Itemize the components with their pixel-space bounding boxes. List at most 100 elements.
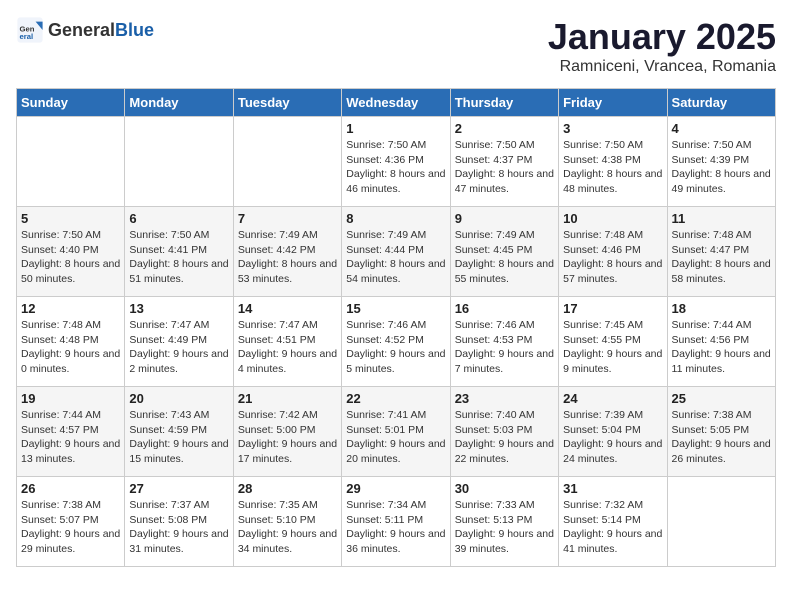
calendar-cell: 19 Sunrise: 7:44 AM Sunset: 4:57 PM Dayli… — [17, 387, 125, 477]
day-info: Sunrise: 7:49 AM Sunset: 4:45 PM Dayligh… — [455, 228, 554, 287]
calendar-cell — [233, 117, 341, 207]
day-number: 13 — [129, 301, 228, 316]
calendar-week-row: 5 Sunrise: 7:50 AM Sunset: 4:40 PM Daylig… — [17, 207, 776, 297]
day-info: Sunrise: 7:41 AM Sunset: 5:01 PM Dayligh… — [346, 408, 445, 467]
day-number: 27 — [129, 481, 228, 496]
day-number: 6 — [129, 211, 228, 226]
logo-text-blue: Blue — [115, 20, 154, 40]
title-area: January 2025 Ramniceni, Vrancea, Romania — [548, 16, 776, 76]
calendar-cell: 11 Sunrise: 7:48 AM Sunset: 4:47 PM Dayli… — [667, 207, 775, 297]
day-number: 31 — [563, 481, 662, 496]
day-number: 22 — [346, 391, 445, 406]
calendar-week-row: 1 Sunrise: 7:50 AM Sunset: 4:36 PM Daylig… — [17, 117, 776, 207]
day-number: 10 — [563, 211, 662, 226]
day-number: 14 — [238, 301, 337, 316]
day-number: 3 — [563, 121, 662, 136]
calendar-cell: 2 Sunrise: 7:50 AM Sunset: 4:37 PM Daylig… — [450, 117, 558, 207]
day-info: Sunrise: 7:45 AM Sunset: 4:55 PM Dayligh… — [563, 318, 662, 377]
calendar-cell: 6 Sunrise: 7:50 AM Sunset: 4:41 PM Daylig… — [125, 207, 233, 297]
calendar-cell: 15 Sunrise: 7:46 AM Sunset: 4:52 PM Dayli… — [342, 297, 450, 387]
calendar-cell: 27Sunrise: 7:37 AM Sunset: 5:08 PM Dayli… — [125, 477, 233, 567]
day-number: 28 — [238, 481, 337, 496]
day-number: 30 — [455, 481, 554, 496]
day-info: Sunrise: 7:33 AM Sunset: 5:13 PM Dayligh… — [455, 498, 554, 557]
day-number: 8 — [346, 211, 445, 226]
day-info: Sunrise: 7:38 AM Sunset: 5:07 PM Dayligh… — [21, 498, 120, 557]
day-info: Sunrise: 7:44 AM Sunset: 4:56 PM Dayligh… — [672, 318, 771, 377]
calendar-cell: 22 Sunrise: 7:41 AM Sunset: 5:01 PM Dayli… — [342, 387, 450, 477]
day-info: Sunrise: 7:50 AM Sunset: 4:39 PM Dayligh… — [672, 138, 771, 197]
calendar-cell: 3Sunrise: 7:50 AM Sunset: 4:38 PM Daylig… — [559, 117, 667, 207]
logo-text-general: General — [48, 20, 115, 40]
calendar-cell: 5 Sunrise: 7:50 AM Sunset: 4:40 PM Daylig… — [17, 207, 125, 297]
day-number: 5 — [21, 211, 120, 226]
calendar-cell: 25Sunrise: 7:38 AM Sunset: 5:05 PM Dayli… — [667, 387, 775, 477]
day-number: 1 — [346, 121, 445, 136]
day-info: Sunrise: 7:32 AM Sunset: 5:14 PM Dayligh… — [563, 498, 662, 557]
weekday-header-cell: Sunday — [17, 89, 125, 117]
weekday-header-cell: Friday — [559, 89, 667, 117]
day-number: 19 — [21, 391, 120, 406]
day-number: 18 — [672, 301, 771, 316]
day-number: 4 — [672, 121, 771, 136]
day-info: Sunrise: 7:42 AM Sunset: 5:00 PM Dayligh… — [238, 408, 337, 467]
day-number: 20 — [129, 391, 228, 406]
calendar-subtitle: Ramniceni, Vrancea, Romania — [548, 58, 776, 76]
calendar-cell — [667, 477, 775, 567]
calendar-week-row: 19 Sunrise: 7:44 AM Sunset: 4:57 PM Dayli… — [17, 387, 776, 477]
day-number: 11 — [672, 211, 771, 226]
day-info: Sunrise: 7:48 AM Sunset: 4:46 PM Dayligh… — [563, 228, 662, 287]
weekday-header-cell: Tuesday — [233, 89, 341, 117]
weekday-header-cell: Thursday — [450, 89, 558, 117]
logo-icon: Gen eral — [16, 16, 44, 44]
weekday-header-cell: Monday — [125, 89, 233, 117]
calendar-cell — [17, 117, 125, 207]
logo: Gen eral GeneralBlue — [16, 16, 154, 44]
calendar-cell: 18 Sunrise: 7:44 AM Sunset: 4:56 PM Dayli… — [667, 297, 775, 387]
weekday-header-cell: Wednesday — [342, 89, 450, 117]
calendar-cell: 1 Sunrise: 7:50 AM Sunset: 4:36 PM Daylig… — [342, 117, 450, 207]
day-info: Sunrise: 7:48 AM Sunset: 4:47 PM Dayligh… — [672, 228, 771, 287]
day-info: Sunrise: 7:49 AM Sunset: 4:44 PM Dayligh… — [346, 228, 445, 287]
calendar-cell: 21Sunrise: 7:42 AM Sunset: 5:00 PM Dayli… — [233, 387, 341, 477]
day-info: Sunrise: 7:46 AM Sunset: 4:52 PM Dayligh… — [346, 318, 445, 377]
day-number: 9 — [455, 211, 554, 226]
calendar-title: January 2025 — [548, 16, 776, 58]
day-number: 25 — [672, 391, 771, 406]
day-number: 24 — [563, 391, 662, 406]
day-number: 2 — [455, 121, 554, 136]
svg-text:eral: eral — [20, 32, 34, 41]
calendar-cell: 26 Sunrise: 7:38 AM Sunset: 5:07 PM Dayli… — [17, 477, 125, 567]
calendar-cell: 13 Sunrise: 7:47 AM Sunset: 4:49 PM Dayli… — [125, 297, 233, 387]
calendar-cell: 4 Sunrise: 7:50 AM Sunset: 4:39 PM Daylig… — [667, 117, 775, 207]
calendar-cell: 14 Sunrise: 7:47 AM Sunset: 4:51 PM Dayli… — [233, 297, 341, 387]
calendar-cell: 20 Sunrise: 7:43 AM Sunset: 4:59 PM Dayli… — [125, 387, 233, 477]
header: Gen eral GeneralBlue January 2025 Ramnic… — [16, 16, 776, 76]
calendar-cell: 30 Sunrise: 7:33 AM Sunset: 5:13 PM Dayli… — [450, 477, 558, 567]
day-number: 23 — [455, 391, 554, 406]
calendar-cell: 16Sunrise: 7:46 AM Sunset: 4:53 PM Dayli… — [450, 297, 558, 387]
day-info: Sunrise: 7:35 AM Sunset: 5:10 PM Dayligh… — [238, 498, 337, 557]
calendar-cell: 23Sunrise: 7:40 AM Sunset: 5:03 PM Dayli… — [450, 387, 558, 477]
day-info: Sunrise: 7:48 AM Sunset: 4:48 PM Dayligh… — [21, 318, 120, 377]
calendar-cell: 29Sunrise: 7:34 AM Sunset: 5:11 PM Dayli… — [342, 477, 450, 567]
day-info: Sunrise: 7:43 AM Sunset: 4:59 PM Dayligh… — [129, 408, 228, 467]
day-number: 26 — [21, 481, 120, 496]
day-number: 15 — [346, 301, 445, 316]
calendar-cell: 10 Sunrise: 7:48 AM Sunset: 4:46 PM Dayli… — [559, 207, 667, 297]
day-number: 16 — [455, 301, 554, 316]
day-info: Sunrise: 7:34 AM Sunset: 5:11 PM Dayligh… — [346, 498, 445, 557]
day-info: Sunrise: 7:50 AM Sunset: 4:40 PM Dayligh… — [21, 228, 120, 287]
calendar-cell — [125, 117, 233, 207]
day-info: Sunrise: 7:50 AM Sunset: 4:36 PM Dayligh… — [346, 138, 445, 197]
calendar-cell: 31 Sunrise: 7:32 AM Sunset: 5:14 PM Dayli… — [559, 477, 667, 567]
calendar-week-row: 12Sunrise: 7:48 AM Sunset: 4:48 PM Dayli… — [17, 297, 776, 387]
calendar-cell: 17Sunrise: 7:45 AM Sunset: 4:55 PM Dayli… — [559, 297, 667, 387]
day-info: Sunrise: 7:47 AM Sunset: 4:49 PM Dayligh… — [129, 318, 228, 377]
day-info: Sunrise: 7:44 AM Sunset: 4:57 PM Dayligh… — [21, 408, 120, 467]
day-info: Sunrise: 7:50 AM Sunset: 4:41 PM Dayligh… — [129, 228, 228, 287]
calendar-cell: 28 Sunrise: 7:35 AM Sunset: 5:10 PM Dayli… — [233, 477, 341, 567]
day-info: Sunrise: 7:50 AM Sunset: 4:37 PM Dayligh… — [455, 138, 554, 197]
day-info: Sunrise: 7:47 AM Sunset: 4:51 PM Dayligh… — [238, 318, 337, 377]
calendar-cell: 8 Sunrise: 7:49 AM Sunset: 4:44 PM Daylig… — [342, 207, 450, 297]
